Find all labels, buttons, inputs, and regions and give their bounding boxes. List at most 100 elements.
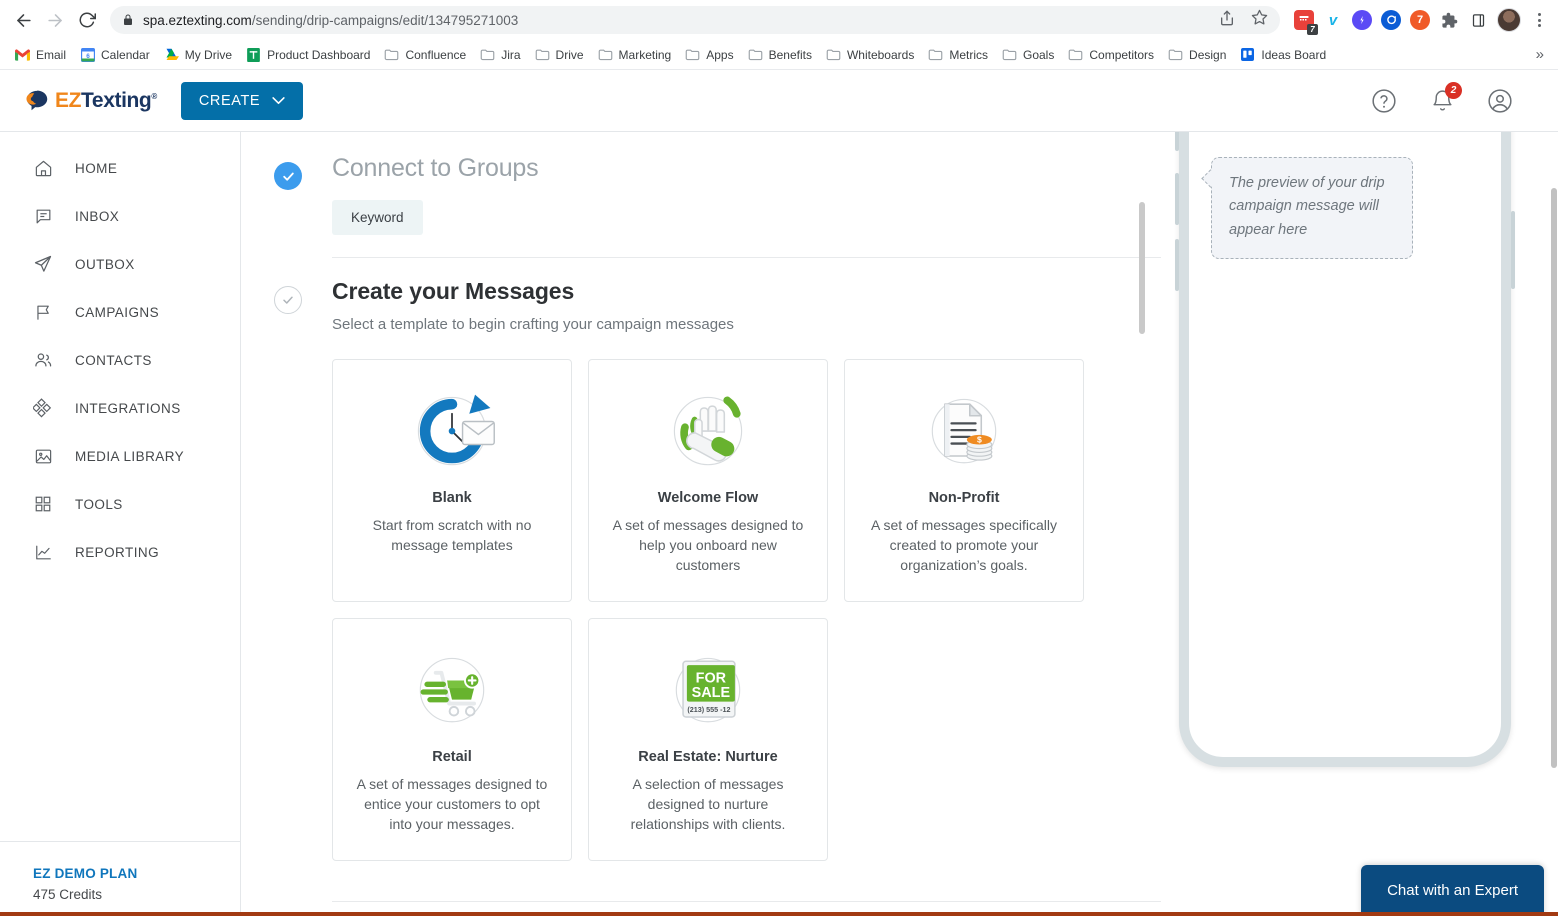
clockify-extension-icon[interactable] xyxy=(1381,10,1401,30)
preview-placeholder-bubble: The preview of your drip campaign messag… xyxy=(1211,157,1413,260)
home-icon xyxy=(33,158,53,178)
sidebar: HOME INBOX OUTBOX CAMPAIGNS CONTACTS INT… xyxy=(0,132,241,916)
puzzle-extension-icon[interactable] xyxy=(1439,10,1459,30)
step-subtitle-messages: Select a template to begin crafting your… xyxy=(332,316,734,333)
bookmark-email[interactable]: Email xyxy=(8,44,73,65)
bookmark-label: Design xyxy=(1189,47,1227,62)
template-card-welcome-flow[interactable]: Welcome Flow A set of messages designed … xyxy=(588,359,828,602)
folder-icon xyxy=(1002,47,1017,62)
section-divider xyxy=(332,257,1167,258)
template-title: Blank xyxy=(432,490,472,506)
bookmarks-overflow-button[interactable]: » xyxy=(1530,46,1550,63)
bookmark-whiteboards[interactable]: Whiteboards xyxy=(819,44,921,65)
step-bullet-messages xyxy=(274,278,302,902)
template-title: Real Estate: Nurture xyxy=(638,749,778,765)
page-scrollbar-track[interactable] xyxy=(1550,132,1558,916)
bookmark-competitors[interactable]: Competitors xyxy=(1061,44,1161,65)
eztexting-logo[interactable]: EZTexting® xyxy=(24,89,157,113)
step-create-messages: Create your Messages Select a template t… xyxy=(274,258,1167,902)
bookmark-label: Ideas Board xyxy=(1261,47,1327,62)
url-host: spa.eztexting.com xyxy=(143,12,252,28)
vimeo-extension-icon[interactable]: v xyxy=(1323,10,1343,30)
sidebar-item-campaigns[interactable]: CAMPAIGNS xyxy=(0,288,240,336)
keyword-chip[interactable]: Keyword xyxy=(332,200,423,235)
forward-arrow-icon[interactable] xyxy=(40,5,70,35)
bookmark-benefits[interactable]: Benefits xyxy=(741,44,819,65)
template-card-blank[interactable]: Blank Start from scratch with no message… xyxy=(332,359,572,602)
bell-icon[interactable]: 2 xyxy=(1428,81,1462,115)
folder-icon xyxy=(928,47,943,62)
eztexting-logo-mark xyxy=(24,89,52,113)
star-icon[interactable] xyxy=(1251,9,1268,31)
sidebar-item-label: OUTBOX xyxy=(75,256,135,272)
bookmark-drive[interactable]: Drive xyxy=(528,44,591,65)
sidebar-item-integrations[interactable]: INTEGRATIONS xyxy=(0,384,240,432)
content-scrollbar-thumb[interactable] xyxy=(1139,202,1145,334)
kebab-menu-icon[interactable] xyxy=(1530,13,1548,27)
url-text: spa.eztexting.com/sending/drip-campaigns… xyxy=(143,13,518,28)
chat-with-expert-button[interactable]: Chat with an Expert xyxy=(1361,865,1544,916)
bookmark-label: Goals xyxy=(1023,47,1055,62)
bookmark-ideas-board[interactable]: Ideas Board xyxy=(1233,44,1333,65)
logo-text-ez: EZ xyxy=(55,88,82,112)
share-icon[interactable] xyxy=(1219,10,1235,31)
profile-avatar[interactable] xyxy=(1497,8,1521,32)
chevron-down-icon xyxy=(272,93,285,109)
create-button[interactable]: CREATE xyxy=(180,81,304,120)
back-arrow-icon[interactable] xyxy=(8,5,38,35)
bookmark-metrics[interactable]: Metrics xyxy=(921,44,995,65)
section-divider-bottom xyxy=(332,901,1167,902)
phone-volume-button xyxy=(1175,132,1179,151)
template-title: Retail xyxy=(432,749,472,765)
sidebar-item-reporting[interactable]: REPORTING xyxy=(0,528,240,576)
help-circle-icon[interactable] xyxy=(1370,87,1398,115)
bookmark-jira[interactable]: Jira xyxy=(473,44,527,65)
sidebar-item-media-library[interactable]: MEDIA LIBRARY xyxy=(0,432,240,480)
step-title-connect: Connect to Groups xyxy=(332,154,539,182)
bookmark-marketing[interactable]: Marketing xyxy=(591,44,679,65)
reload-icon[interactable] xyxy=(72,5,102,35)
template-card-non-profit[interactable]: $ Non-Profit A set of messages specifica… xyxy=(844,359,1084,602)
folder-icon xyxy=(826,47,841,62)
grid-icon xyxy=(33,494,53,514)
template-description: A set of messages designed to help you o… xyxy=(612,517,804,573)
sidebar-item-tools[interactable]: TOOLS xyxy=(0,480,240,528)
browser-toolbar: spa.eztexting.com/sending/drip-campaigns… xyxy=(0,0,1558,40)
for-sale-sign-icon: FOR SALE (213) 555 -12 xyxy=(607,641,809,743)
toggl-extension-icon[interactable]: 7 xyxy=(1410,10,1430,30)
sidebar-item-home[interactable]: HOME xyxy=(0,144,240,192)
sidebar-item-outbox[interactable]: OUTBOX xyxy=(0,240,240,288)
bookmark-design[interactable]: Design xyxy=(1161,44,1233,65)
template-description: A selection of messages designed to nurt… xyxy=(630,776,786,832)
trello-icon xyxy=(1240,47,1255,62)
page-scrollbar-thumb[interactable] xyxy=(1551,188,1557,768)
plan-box[interactable]: EZ DEMO PLAN 475 Credits xyxy=(0,841,240,916)
paper-plane-icon xyxy=(33,254,53,274)
template-description: Start from scratch with no message templ… xyxy=(372,517,532,553)
bookmark-goals[interactable]: Goals xyxy=(995,44,1061,65)
bookmark-calendar[interactable]: 6 Calendar xyxy=(73,44,157,65)
bottom-status-strip xyxy=(0,912,1558,916)
bookmark-my-drive[interactable]: My Drive xyxy=(157,44,239,65)
template-card-retail[interactable]: Retail A set of messages designed to ent… xyxy=(332,618,572,861)
sidebar-item-contacts[interactable]: CONTACTS xyxy=(0,336,240,384)
blue-extension-icon[interactable] xyxy=(1352,10,1372,30)
check-outline-icon xyxy=(274,286,302,314)
address-bar[interactable]: spa.eztexting.com/sending/drip-campaigns… xyxy=(110,6,1280,34)
bookmark-label: Competitors xyxy=(1089,47,1155,62)
phone-mockup: The preview of your drip campaign messag… xyxy=(1175,132,1515,767)
sidepanel-extension-icon[interactable] xyxy=(1468,10,1488,30)
bookmark-confluence[interactable]: Confluence xyxy=(377,44,473,65)
template-card-real-estate-nurture[interactable]: FOR SALE (213) 555 -12 Real Estate: Nurt… xyxy=(588,618,828,861)
image-icon xyxy=(33,446,53,466)
bookmark-label: Email xyxy=(36,47,67,62)
sidebar-item-label: INTEGRATIONS xyxy=(75,400,181,416)
bookmark-product-dashboard[interactable]: Product Dashboard xyxy=(239,44,377,65)
message-preview-pane: The preview of your drip campaign messag… xyxy=(1161,132,1558,916)
account-circle-icon[interactable] xyxy=(1486,87,1514,115)
bookmark-label: Drive xyxy=(555,47,584,62)
calendar-extension-icon[interactable]: 7 xyxy=(1294,10,1318,35)
wizard-column: Connect to Groups Keyword Create your Me… xyxy=(241,132,1167,916)
bookmark-apps[interactable]: Apps xyxy=(678,44,740,65)
sidebar-item-inbox[interactable]: INBOX xyxy=(0,192,240,240)
